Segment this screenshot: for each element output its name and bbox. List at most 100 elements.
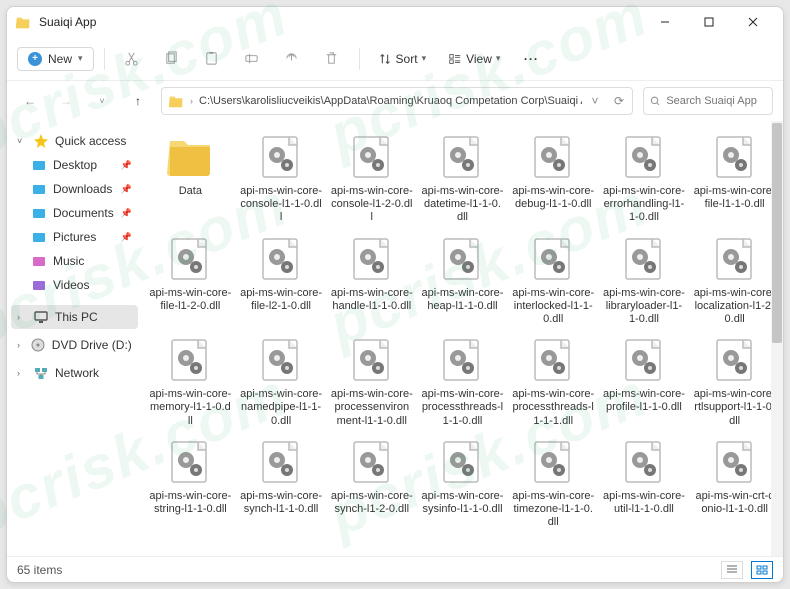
dll-icon	[529, 438, 577, 486]
recent-chevron[interactable]: ˅	[89, 88, 115, 114]
file-item[interactable]: api-ms-win-core-localization-l1-2-0.dll	[690, 231, 779, 331]
sort-label: Sort	[396, 52, 418, 66]
file-label: api-ms-win-core-util-l1-1-0.dll	[603, 490, 685, 528]
file-item[interactable]: api-ms-win-core-interlocked-l1-1-0.dll	[509, 231, 598, 331]
forward-button[interactable]: →	[53, 88, 79, 114]
file-item[interactable]: api-ms-win-core-sysinfo-l1-1-0.dll	[418, 434, 507, 534]
dll-icon	[257, 235, 305, 283]
scrollbar-thumb[interactable]	[772, 123, 782, 343]
sidebar-item-label: Videos	[53, 278, 89, 292]
file-item[interactable]: api-ms-win-core-processenvironment-l1-1-…	[327, 332, 416, 432]
dll-icon	[529, 235, 577, 283]
file-item[interactable]: api-ms-win-core-rtlsupport-l1-1-0.dll	[690, 332, 779, 432]
file-label: api-ms-win-core-libraryloader-l1-1-0.dll	[603, 287, 685, 327]
folder-type-icon	[31, 205, 47, 221]
pin-icon: 📌	[121, 184, 132, 195]
search-box[interactable]	[643, 87, 773, 115]
network-icon	[33, 365, 49, 381]
scrollbar[interactable]	[771, 121, 783, 556]
sidebar-this-pc[interactable]: › This PC	[11, 305, 138, 329]
file-label: api-ms-win-core-timezone-l1-1-0.dll	[512, 490, 594, 530]
file-item[interactable]: api-ms-win-core-debug-l1-1-0.dll	[509, 129, 598, 229]
icons-view-button[interactable]	[751, 561, 773, 579]
up-button[interactable]: ↑	[125, 88, 151, 114]
file-item[interactable]: api-ms-win-core-console-l1-1-0.dll	[237, 129, 326, 229]
file-pane[interactable]: Dataapi-ms-win-core-console-l1-1-0.dllap…	[142, 121, 783, 556]
address-box[interactable]: › C:\Users\karolisliucveikis\AppData\Roa…	[161, 87, 633, 115]
dll-icon	[529, 133, 577, 181]
file-item[interactable]: api-ms-win-core-libraryloader-l1-1-0.dll	[600, 231, 689, 331]
refresh-button[interactable]: ⟳	[612, 94, 626, 108]
sidebar-item-pictures[interactable]: Pictures📌	[11, 225, 138, 249]
paste-button[interactable]	[195, 44, 229, 74]
disc-icon	[30, 337, 46, 353]
maximize-button[interactable]	[687, 7, 731, 37]
file-item[interactable]: api-ms-win-core-console-l1-2-0.dll	[327, 129, 416, 229]
sidebar-item-label: Documents	[53, 206, 114, 220]
file-item[interactable]: api-ms-win-core-heap-l1-1-0.dll	[418, 231, 507, 331]
file-item[interactable]: api-ms-win-core-profile-l1-1-0.dll	[600, 332, 689, 432]
chevron-right-icon: ›	[17, 368, 27, 378]
file-label: api-ms-win-core-file-l1-2-0.dll	[149, 287, 231, 325]
dll-icon	[438, 133, 486, 181]
sort-button[interactable]: Sort ▾	[370, 48, 435, 70]
cut-button[interactable]	[115, 44, 149, 74]
file-item[interactable]: api-ms-win-core-file-l2-1-0.dll	[237, 231, 326, 331]
close-button[interactable]	[731, 7, 775, 37]
titlebar[interactable]: Suaiqi App	[7, 7, 783, 37]
sidebar-item-documents[interactable]: Documents📌	[11, 201, 138, 225]
file-item[interactable]: api-ms-win-core-synch-l1-2-0.dll	[327, 434, 416, 534]
file-item[interactable]: api-ms-win-core-processthreads-l1-1-1.dl…	[509, 332, 598, 432]
dll-icon	[257, 133, 305, 181]
file-item[interactable]: api-ms-win-core-datetime-l1-1-0.dll	[418, 129, 507, 229]
file-label: api-ms-win-core-processthreads-l1-1-1.dl…	[512, 388, 594, 428]
file-item[interactable]: api-ms-win-core-namedpipe-l1-1-0.dll	[237, 332, 326, 432]
view-button[interactable]: View ▾	[440, 48, 508, 70]
back-button[interactable]: ←	[17, 88, 43, 114]
chevron-down-icon: ▾	[496, 53, 501, 64]
file-item[interactable]: api-ms-win-core-processthreads-l1-1-0.dl…	[418, 332, 507, 432]
search-input[interactable]	[666, 95, 766, 107]
delete-button[interactable]	[315, 44, 349, 74]
share-button[interactable]	[275, 44, 309, 74]
file-item[interactable]: api-ms-win-crt-conio-l1-1-0.dll	[690, 434, 779, 534]
more-button[interactable]: ···	[514, 44, 548, 74]
folder-icon	[168, 93, 184, 109]
file-item[interactable]: api-ms-win-core-file-l1-1-0.dll	[690, 129, 779, 229]
new-button[interactable]: + New ▾	[17, 47, 94, 71]
sidebar-dvd-drive[interactable]: › DVD Drive (D:) CCCC	[11, 333, 138, 357]
minimize-button[interactable]	[643, 7, 687, 37]
file-item[interactable]: api-ms-win-core-string-l1-1-0.dll	[146, 434, 235, 534]
sidebar-item-downloads[interactable]: Downloads📌	[11, 177, 138, 201]
search-icon	[650, 95, 660, 107]
sidebar-network[interactable]: › Network	[11, 361, 138, 385]
file-item[interactable]: api-ms-win-core-handle-l1-1-0.dll	[327, 231, 416, 331]
folder-item[interactable]: Data	[146, 129, 235, 229]
file-item[interactable]: api-ms-win-core-memory-l1-1-0.dll	[146, 332, 235, 432]
file-item[interactable]: api-ms-win-core-util-l1-1-0.dll	[600, 434, 689, 534]
file-label: api-ms-win-core-synch-l1-2-0.dll	[331, 490, 413, 528]
dll-icon	[620, 438, 668, 486]
copy-button[interactable]	[155, 44, 189, 74]
file-item[interactable]: api-ms-win-core-errorhandling-l1-1-0.dll	[600, 129, 689, 229]
file-label: api-ms-win-core-errorhandling-l1-1-0.dll	[603, 185, 685, 225]
file-label: api-ms-win-core-datetime-l1-1-0.dll	[421, 185, 503, 225]
chevron-right-icon: ›	[17, 312, 27, 322]
file-label: api-ms-win-core-synch-l1-1-0.dll	[240, 490, 322, 528]
file-item[interactable]: api-ms-win-core-timezone-l1-1-0.dll	[509, 434, 598, 534]
folder-icon	[166, 133, 214, 181]
sidebar-quick-access[interactable]: ˅ Quick access	[11, 129, 138, 153]
file-item[interactable]: api-ms-win-core-file-l1-2-0.dll	[146, 231, 235, 331]
rename-button[interactable]	[235, 44, 269, 74]
details-view-button[interactable]	[721, 561, 743, 579]
folder-type-icon	[31, 253, 47, 269]
chevron-down-icon[interactable]: ˅	[588, 94, 602, 108]
file-item[interactable]: api-ms-win-core-synch-l1-1-0.dll	[237, 434, 326, 534]
dvd-label: DVD Drive (D:) CCCC	[52, 338, 132, 352]
sidebar-item-desktop[interactable]: Desktop📌	[11, 153, 138, 177]
sidebar-item-videos[interactable]: Videos	[11, 273, 138, 297]
dll-icon	[620, 336, 668, 384]
file-label: api-ms-win-core-namedpipe-l1-1-0.dll	[240, 388, 322, 428]
star-icon	[33, 133, 49, 149]
sidebar-item-music[interactable]: Music	[11, 249, 138, 273]
